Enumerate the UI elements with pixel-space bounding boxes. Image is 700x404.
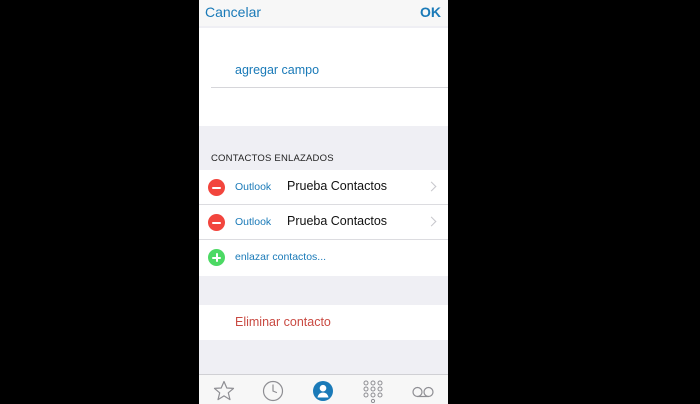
- remove-icon[interactable]: [208, 179, 225, 196]
- linked-contact-row[interactable]: Outlook Prueba Contactos: [199, 205, 448, 240]
- tab-bar: [199, 374, 448, 404]
- add-field-button[interactable]: agregar campo: [235, 63, 319, 77]
- keypad-icon[interactable]: [361, 379, 385, 403]
- linked-contacts-header: CONTACTOS ENLAZADOS: [211, 153, 334, 164]
- clock-icon[interactable]: [261, 379, 285, 403]
- contact-source: Outlook: [235, 216, 272, 228]
- separator: [211, 87, 448, 88]
- cancel-button[interactable]: Cancelar: [205, 3, 261, 21]
- link-contacts-button[interactable]: enlazar contactos...: [235, 251, 326, 263]
- delete-contact-section: Eliminar contacto: [199, 305, 448, 340]
- linked-contacts-list: Outlook Prueba Contactos Outlook Prueba …: [199, 170, 448, 276]
- linked-contact-row[interactable]: Outlook Prueba Contactos: [199, 170, 448, 205]
- chevron-right-icon: [426, 216, 437, 227]
- chevron-right-icon: [426, 181, 437, 192]
- add-field-section: agregar campo: [199, 28, 448, 126]
- delete-contact-button[interactable]: Eliminar contacto: [235, 315, 331, 329]
- contact-name: Prueba Contactos: [287, 214, 388, 228]
- navigation-bar: Cancelar OK: [199, 0, 448, 26]
- link-contacts-row[interactable]: enlazar contactos...: [199, 240, 448, 275]
- add-icon[interactable]: [208, 249, 225, 266]
- voicemail-icon[interactable]: [411, 379, 435, 403]
- remove-icon[interactable]: [208, 214, 225, 231]
- star-icon[interactable]: [212, 379, 236, 403]
- contacts-icon[interactable]: [311, 379, 335, 403]
- contact-name: Prueba Contactos: [287, 179, 388, 193]
- ok-button[interactable]: OK: [420, 3, 441, 21]
- phone-screen: Cancelar OK agregar campo CONTACTOS ENLA…: [199, 0, 448, 404]
- contact-source: Outlook: [235, 181, 272, 193]
